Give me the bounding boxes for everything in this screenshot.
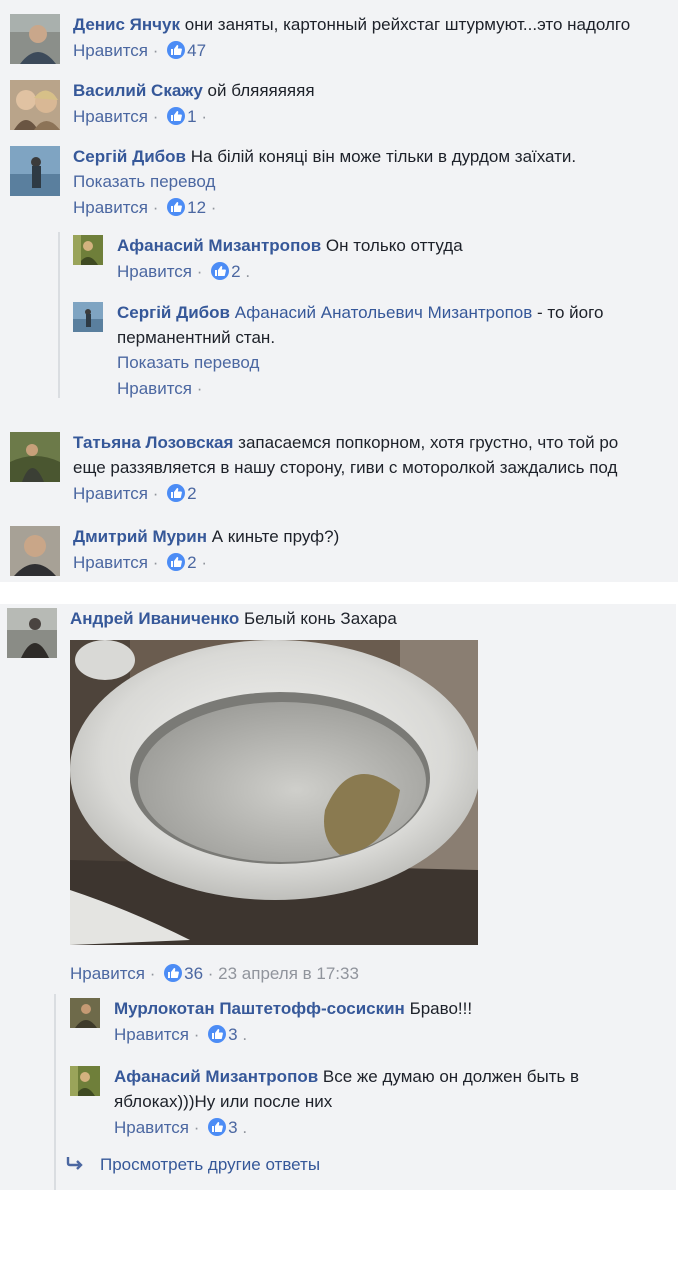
like-icon: [211, 262, 230, 280]
like-count[interactable]: 2: [187, 484, 196, 503]
avatar[interactable]: [70, 998, 100, 1028]
translate-link[interactable]: Показать перевод: [73, 172, 215, 191]
comment-text: Белый конь Захара: [243, 609, 397, 628]
comment-actions: Нравится · 2: [73, 484, 197, 503]
comment: Василий Скажу ой бляяяяяяя Нравится · 1 …: [10, 80, 678, 136]
like-icon: [167, 41, 186, 59]
reply-author[interactable]: Афанасий Мизантропов: [117, 236, 321, 255]
reply-author[interactable]: Мурлокотан Паштетофф-сосискин: [114, 999, 405, 1018]
comments-panel-top: Денис Янчук они заняты, картонный рейхст…: [0, 0, 678, 582]
like-icon: [167, 553, 186, 571]
reply-actions: Нравится · 3 .: [114, 1118, 248, 1137]
comment: Дмитрий Мурин А киньте пруф?) Нравится ·…: [10, 526, 678, 582]
like-icon: [208, 1118, 227, 1136]
translate-link[interactable]: Показать перевод: [117, 353, 259, 372]
like-count[interactable]: 1: [187, 107, 196, 126]
reply-actions: Нравится · 3 .: [114, 1025, 248, 1044]
comment-text: ой бляяяяяяя: [207, 81, 315, 100]
avatar[interactable]: [10, 146, 60, 196]
like-icon: [167, 484, 186, 502]
avatar[interactable]: [70, 1066, 100, 1096]
comment-actions: Нравится · 47: [73, 41, 207, 60]
reply-thread-line: [54, 994, 56, 1190]
comment-author[interactable]: Татьяна Лозовская: [73, 433, 233, 452]
like-button[interactable]: Нравится: [73, 553, 148, 572]
avatar[interactable]: [10, 432, 60, 482]
reply: Сергій Дибов Афанасий Анатольевич Мизант…: [73, 302, 678, 402]
like-button[interactable]: Нравится: [114, 1118, 189, 1137]
like-icon: [167, 107, 186, 125]
reply: Афанасий Мизантропов Он только оттуда Нр…: [73, 235, 678, 291]
like-button[interactable]: Нравится: [73, 198, 148, 217]
reply-author[interactable]: Сергій Дибов: [117, 303, 230, 322]
like-button[interactable]: Нравится: [117, 262, 192, 281]
reply-text-continued: яблоках)))Ну или после них: [114, 1092, 333, 1111]
reply-text: - то його: [537, 303, 604, 322]
avatar[interactable]: [7, 608, 57, 658]
comment: Сергій Дибов На білій коняці він може ті…: [10, 146, 678, 226]
reply-actions: Нравится · 2 .: [117, 262, 251, 281]
like-icon: [208, 1025, 227, 1043]
mention-link[interactable]: Афанасий Анатольевич Мизантропов: [235, 303, 533, 322]
comment-author[interactable]: Дмитрий Мурин: [73, 527, 207, 546]
comment-actions: Нравится · 2 ·: [73, 553, 207, 572]
like-count[interactable]: 47: [187, 41, 206, 60]
like-button[interactable]: Нравится: [73, 107, 148, 126]
reply-thread-line: [58, 232, 60, 398]
reply: Мурлокотан Паштетофф-сосискин Браво!!! Н…: [70, 998, 676, 1054]
like-count[interactable]: 36: [184, 964, 203, 983]
like-count[interactable]: 3: [228, 1025, 237, 1044]
like-count[interactable]: 2: [231, 262, 240, 281]
comment-text: А киньте пруф?): [211, 527, 340, 546]
like-count[interactable]: 3: [228, 1118, 237, 1137]
like-button[interactable]: Нравится: [73, 41, 148, 60]
like-button[interactable]: Нравится: [70, 964, 145, 983]
like-icon: [167, 198, 186, 216]
comment-author[interactable]: Денис Янчук: [73, 15, 180, 34]
comment: Денис Янчук они заняты, картонный рейхст…: [10, 14, 678, 70]
comment-author[interactable]: Андрей Иваниченко: [70, 609, 239, 628]
comment-author[interactable]: Сергій Дибов: [73, 147, 186, 166]
like-icon: [164, 964, 183, 982]
reply-text-continued: перманентний стан.: [117, 328, 276, 347]
comments-panel-bottom: Андрей Иваниченко Белый конь Захара Нрав…: [0, 604, 676, 1190]
reply-text: Он только оттуда: [325, 236, 463, 255]
like-button[interactable]: Нравится: [73, 484, 148, 503]
comment-timestamp[interactable]: 23 апреля в 17:33: [218, 964, 359, 983]
comment-text: они заняты, картонный рейхстаг штурмуют.…: [184, 15, 631, 34]
comment-actions: Нравится · 36 · 23 апреля в 17:33: [70, 964, 359, 983]
reply: Афанасий Мизантропов Все же думаю он дол…: [70, 1066, 676, 1146]
avatar[interactable]: [10, 80, 60, 130]
like-count[interactable]: 12: [187, 198, 206, 217]
attached-photo[interactable]: [70, 640, 478, 945]
reply-arrow-icon: [66, 1152, 84, 1178]
view-more-replies-link[interactable]: Просмотреть другие ответы: [66, 1152, 320, 1178]
like-count[interactable]: 2: [187, 553, 196, 572]
avatar[interactable]: [10, 526, 60, 576]
comment-author[interactable]: Василий Скажу: [73, 81, 203, 100]
comment-actions: Нравится · 12 ·: [73, 198, 217, 217]
comment-text: запасаемся попкорном, хотя грустно, что …: [238, 433, 619, 452]
avatar[interactable]: [73, 302, 103, 332]
like-button[interactable]: Нравится: [117, 379, 192, 398]
comment: Татьяна Лозовская запасаемся попкорном, …: [10, 432, 678, 512]
view-more-replies-label[interactable]: Просмотреть другие ответы: [100, 1155, 320, 1174]
reply-text: Все же думаю он должен быть в: [322, 1067, 580, 1086]
comment-actions: Нравится · 1 ·: [73, 107, 207, 126]
avatar[interactable]: [73, 235, 103, 265]
reply-text: Браво!!!: [409, 999, 473, 1018]
reply-actions: Нравится ·: [117, 379, 203, 398]
like-button[interactable]: Нравится: [114, 1025, 189, 1044]
reply-author[interactable]: Афанасий Мизантропов: [114, 1067, 318, 1086]
comment-text: На білій коняці він може тільки в дурдом…: [190, 147, 577, 166]
avatar[interactable]: [10, 14, 60, 64]
comment-text-continued: еще раззявляется в нашу сторону, гиви с …: [73, 458, 618, 477]
